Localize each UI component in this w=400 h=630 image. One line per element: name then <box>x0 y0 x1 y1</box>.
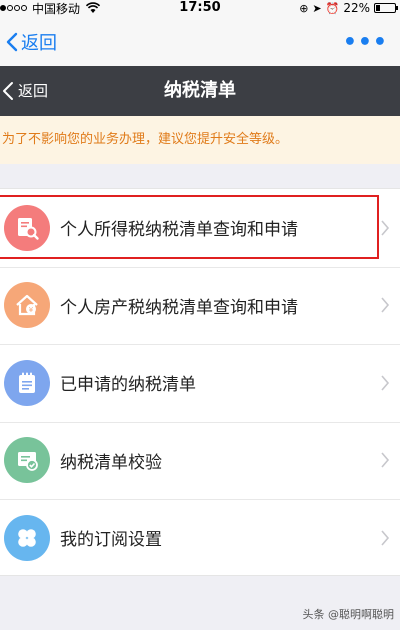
menu-item-label: 个人所得税纳税清单查询和申请 <box>60 220 298 241</box>
chevron-right-icon <box>381 220 390 236</box>
alarm-icon: ⏰ <box>325 1 340 15</box>
app-header: 返回 纳税清单 <box>0 66 400 116</box>
menu-item-subscription-settings[interactable]: 我的订阅设置 <box>0 499 400 577</box>
menu-item-statement-verification[interactable]: 纳税清单校验 <box>0 421 400 500</box>
outer-nav-bar: 返回 ••• <box>0 16 400 66</box>
clover-icon <box>4 514 50 561</box>
watermark: 头条 @聪明啊聪明 <box>302 608 395 621</box>
battery-percent: 22% <box>343 1 370 15</box>
house-tax-icon: ¥ <box>4 282 50 329</box>
chevron-right-icon <box>381 452 390 468</box>
status-right: ⊕ ➤ ⏰ 22% <box>295 0 398 16</box>
outer-back-button[interactable]: 返回 <box>6 29 57 55</box>
chevron-left-icon <box>6 32 18 52</box>
menu-item-house-tax-statement[interactable]: ¥ 个人房产税纳税清单查询和申请 <box>0 266 400 345</box>
chevron-right-icon <box>381 530 390 546</box>
more-options-button[interactable]: ••• <box>343 30 388 55</box>
location-icon: ➤ <box>312 1 322 15</box>
menu-item-label: 纳税清单校验 <box>60 452 162 473</box>
menu-list: 个人所得税纳税清单查询和申请 ¥ 个人房产税纳税清单查询和申请 已申请的纳税清单… <box>0 188 400 576</box>
menu-item-label: 我的订阅设置 <box>60 530 162 551</box>
security-warning-banner: 为了不影响您的业务办理，建议您提升安全等级。 <box>0 116 400 164</box>
menu-item-label: 个人房产税纳税清单查询和申请 <box>60 297 298 318</box>
rotation-lock-icon: ⊕ <box>299 1 309 15</box>
menu-item-label: 已申请的纳税清单 <box>60 375 196 396</box>
menu-item-income-tax-statement[interactable]: 个人所得税纳税清单查询和申请 <box>0 189 400 267</box>
outer-back-label: 返回 <box>21 33 57 54</box>
notepad-icon <box>4 359 50 406</box>
chevron-right-icon <box>381 297 390 313</box>
status-bar: 中国移动 17:50 ⊕ ➤ ⏰ 22% <box>0 0 400 16</box>
svg-text:¥: ¥ <box>29 306 34 314</box>
verify-certificate-icon <box>4 437 50 484</box>
menu-item-applied-statements[interactable]: 已申请的纳税清单 <box>0 344 400 422</box>
battery-icon <box>374 3 398 13</box>
tax-document-search-icon <box>4 204 50 251</box>
chevron-right-icon <box>381 375 390 391</box>
page-title: 纳税清单 <box>164 80 236 101</box>
